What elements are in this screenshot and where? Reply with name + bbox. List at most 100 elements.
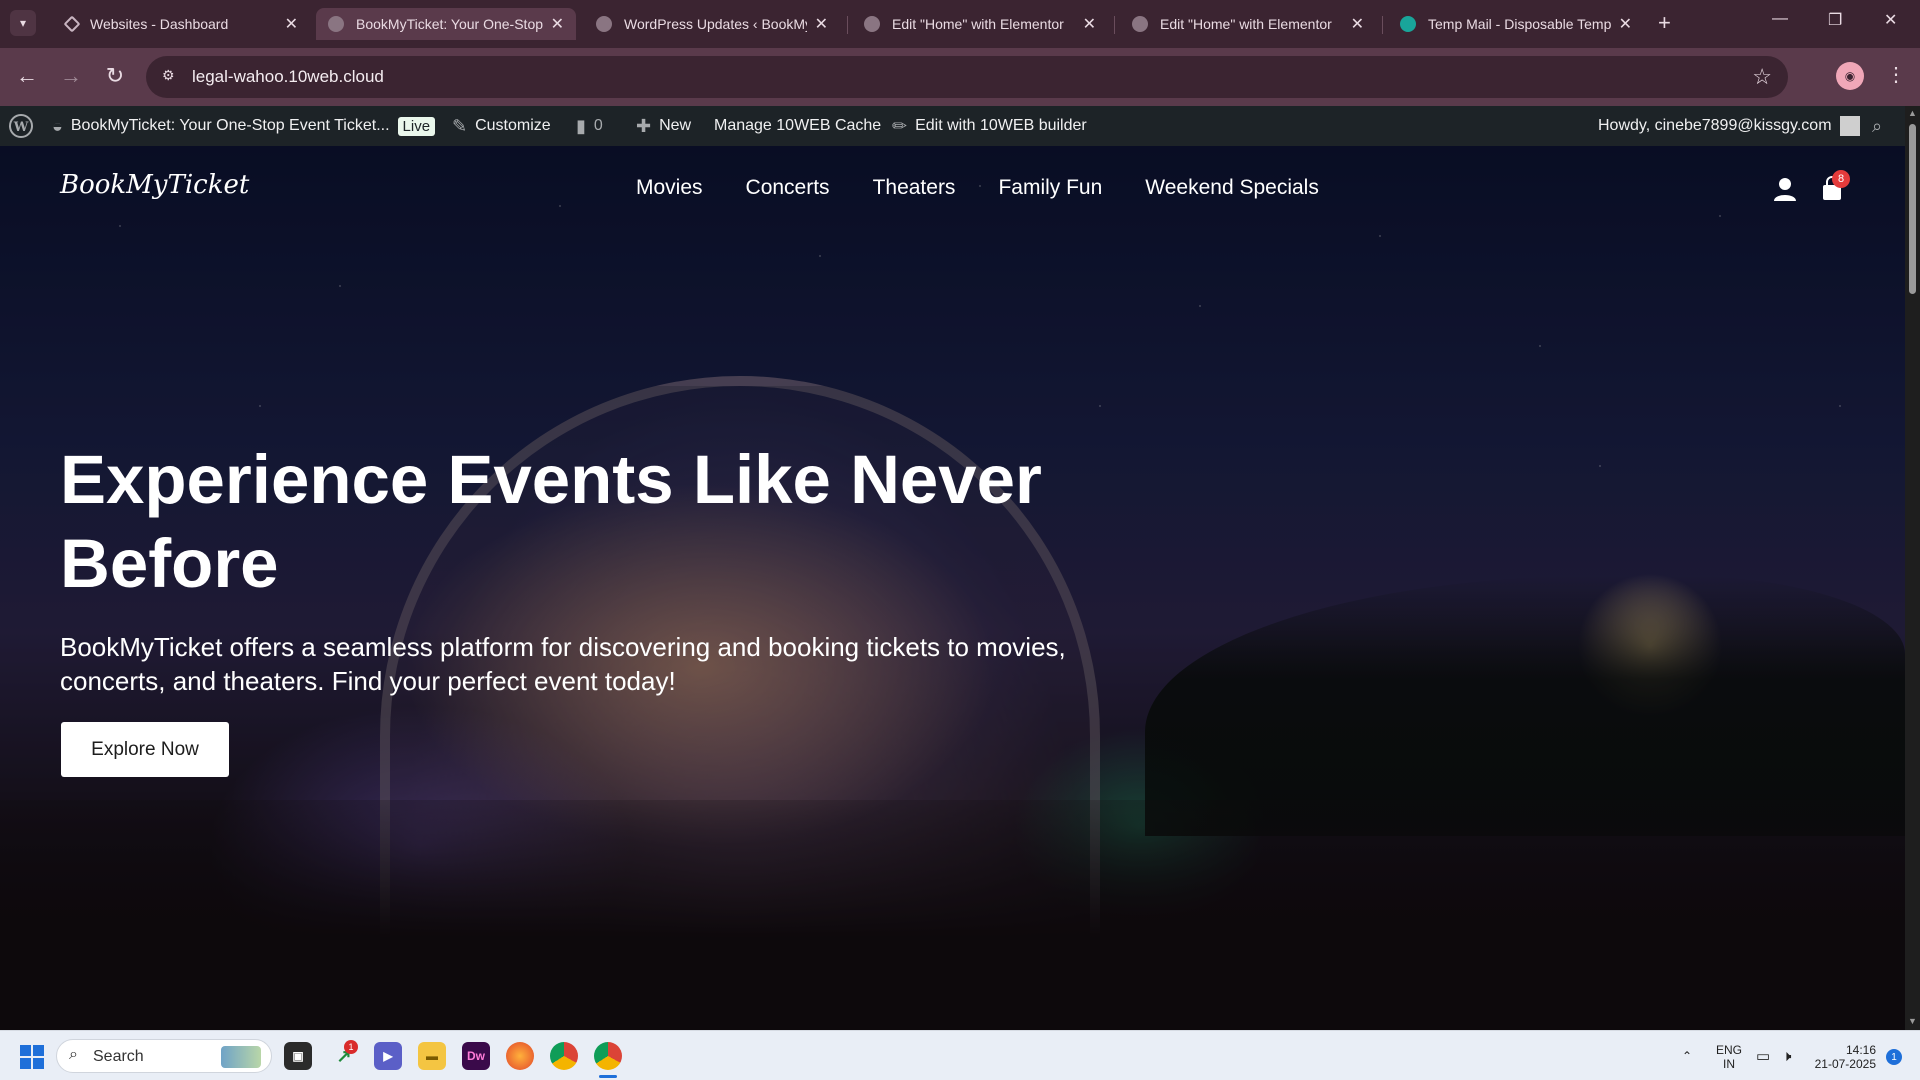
admin-site-name[interactable]: ◒ BookMyTicket: Your One-Stop Event Tick… (52, 106, 436, 146)
hero-subtitle: BookMyTicket offers a seamless platform … (60, 632, 1066, 696)
admin-new[interactable]: ✚ New (636, 106, 691, 146)
admin-howdy[interactable]: Howdy, cinebe7899@kissgy.com (1598, 106, 1860, 146)
bookmark-star-icon[interactable]: ☆ (1752, 64, 1772, 90)
tab-title: Websites - Dashboard (90, 16, 229, 32)
tab-title: BookMyTicket: Your One-Stop (356, 16, 543, 32)
chrome-icon[interactable] (550, 1042, 578, 1070)
globe-icon (864, 16, 880, 32)
search-icon: ⌕ (1872, 115, 1883, 136)
wordpress-icon: W (9, 114, 33, 138)
tab-title: WordPress Updates ‹ BookMyT (624, 16, 807, 32)
tab-bookmyticket[interactable]: BookMyTicket: Your One-Stop ✕ (316, 8, 576, 40)
page-scrollbar[interactable]: ▲ ▼ (1905, 106, 1920, 1030)
tab-elementor-home-1[interactable]: Edit "Home" with Elementor ✕ (852, 8, 1108, 40)
lang-code: ENG (1716, 1043, 1743, 1057)
user-avatar (1839, 116, 1860, 136)
task-view-icon[interactable]: ▣ (284, 1042, 312, 1070)
tab-separator (1114, 16, 1115, 34)
site-logo[interactable]: BookMyTicket (60, 170, 249, 200)
chrome-active-icon[interactable] (594, 1042, 622, 1070)
region-code: IN (1723, 1057, 1735, 1071)
firefox-icon[interactable] (506, 1042, 534, 1070)
globe-icon (1132, 16, 1148, 32)
close-icon[interactable]: ✕ (285, 14, 298, 34)
nav-item-weekend-specials[interactable]: Weekend Specials (1145, 176, 1319, 200)
cache-label: Manage 10WEB Cache (714, 117, 882, 134)
admin-search-icon[interactable]: ⌕ (1872, 106, 1882, 146)
scroll-up-arrow-icon[interactable]: ▲ (1908, 108, 1917, 118)
chrome-menu-icon[interactable]: ⋮ (1886, 62, 1906, 87)
globe-icon (596, 16, 612, 32)
tab-websites-dashboard[interactable]: Websites - Dashboard ✕ (54, 8, 310, 40)
tray-chevron-up-icon[interactable]: ⌃ (1682, 1031, 1692, 1080)
admin-customize[interactable]: ✎ Customize (452, 106, 551, 146)
close-icon[interactable]: ✕ (1351, 14, 1364, 34)
clock[interactable]: 14:16 21-07-2025 (1812, 1043, 1876, 1071)
restore-icon[interactable]: ❐ (1828, 10, 1842, 30)
nav-item-concerts[interactable]: Concerts (746, 176, 830, 200)
back-arrow-icon[interactable]: ← (12, 61, 42, 91)
explore-now-button[interactable]: Explore Now (61, 722, 229, 777)
site-info-icon[interactable]: ⚙ (162, 67, 182, 87)
hero-title: Experience Events Like Never Before (60, 441, 1042, 602)
reload-icon[interactable]: ↻ (100, 61, 130, 91)
tab-separator (847, 16, 848, 34)
close-icon[interactable]: ✕ (551, 14, 564, 34)
window-close-icon[interactable]: ✕ (1884, 10, 1897, 30)
tab-search-chevron-icon[interactable]: ▾ (10, 10, 36, 36)
site-main-nav: Movies Concerts Theaters Family Fun Week… (636, 176, 1362, 200)
builder-label: Edit with 10WEB builder (915, 117, 1087, 134)
wordpress-logo-icon[interactable]: W (8, 106, 34, 146)
notification-count-badge[interactable]: 1 (1886, 1049, 1902, 1065)
new-label: New (659, 117, 692, 134)
address-bar[interactable]: ⚙ legal-wahoo.10web.cloud ☆ (146, 56, 1788, 98)
nav-item-family-fun[interactable]: Family Fun (998, 176, 1102, 200)
file-explorer-icon[interactable]: ▬ (418, 1042, 446, 1070)
howdy-label: Howdy, cinebe7899@kissgy.com (1598, 117, 1832, 134)
volume-icon[interactable]: 🕨 (1782, 1031, 1791, 1080)
windows-taskbar: ⌕ Search ▣ ↗ 1 ▶ ▬ Dw ⌃ ENG IN ▭ 🕨 14:16… (0, 1030, 1920, 1080)
live-badge: Live (397, 116, 436, 136)
minimize-icon[interactable]: — (1772, 10, 1788, 28)
url-text[interactable]: legal-wahoo.10web.cloud (192, 67, 384, 87)
teams-meet-icon[interactable]: ▶ (374, 1042, 402, 1070)
tab-wordpress-updates[interactable]: WordPress Updates ‹ BookMyT ✕ (584, 8, 840, 40)
close-icon[interactable]: ✕ (1619, 14, 1632, 34)
tab-separator (1382, 16, 1383, 34)
user-account-icon[interactable] (1772, 176, 1798, 202)
admin-comments[interactable]: ▮ 0 (576, 106, 603, 146)
network-icon[interactable]: ▭ (1756, 1031, 1770, 1080)
svg-text:W: W (13, 120, 29, 135)
taskbar-search-box[interactable]: ⌕ Search (56, 1039, 272, 1073)
plus-icon: ✚ (636, 115, 652, 136)
forward-arrow-icon[interactable]: → (56, 61, 86, 91)
scroll-down-arrow-icon[interactable]: ▼ (1908, 1016, 1917, 1026)
nav-item-theaters[interactable]: Theaters (873, 176, 956, 200)
temp-mail-icon (1400, 16, 1416, 32)
nav-item-movies[interactable]: Movies (636, 176, 703, 200)
dashboard-gauge-icon: ◒ (52, 115, 63, 136)
close-icon[interactable]: ✕ (815, 14, 828, 34)
close-icon[interactable]: ✕ (1083, 14, 1096, 34)
admin-manage-cache[interactable]: Manage 10WEB Cache (714, 106, 881, 146)
tab-temp-mail[interactable]: Temp Mail - Disposable Tempo ✕ (1388, 8, 1644, 40)
dreamweaver-icon[interactable]: Dw (462, 1042, 490, 1070)
paintbrush-icon: ✎ (452, 115, 468, 136)
wp-admin-bar: W ◒ BookMyTicket: Your One-Stop Event Ti… (0, 106, 1905, 146)
globe-icon (328, 16, 344, 32)
comments-count: 0 (593, 117, 603, 134)
admin-edit-builder[interactable]: ✏ Edit with 10WEB builder (892, 106, 1087, 146)
language-indicator[interactable]: ENG IN (1716, 1043, 1742, 1071)
pencil-icon: ✏ (892, 115, 908, 136)
profile-avatar-icon[interactable]: ◉ (1836, 62, 1864, 90)
scrollbar-thumb[interactable] (1909, 124, 1916, 294)
browser-tab-strip: ▾ Websites - Dashboard ✕ BookMyTicket: Y… (0, 0, 1920, 48)
app-notification-badge: 1 (344, 1040, 358, 1054)
search-highlight-image (221, 1046, 261, 1068)
new-tab-plus-icon[interactable]: + (1658, 12, 1671, 34)
10web-diamond-icon (63, 15, 81, 33)
tab-elementor-home-2[interactable]: Edit "Home" with Elementor ✕ (1120, 8, 1376, 40)
tab-title: Temp Mail - Disposable Tempo (1428, 16, 1611, 32)
search-placeholder: Search (93, 1048, 144, 1065)
windows-start-icon[interactable] (20, 1045, 44, 1069)
